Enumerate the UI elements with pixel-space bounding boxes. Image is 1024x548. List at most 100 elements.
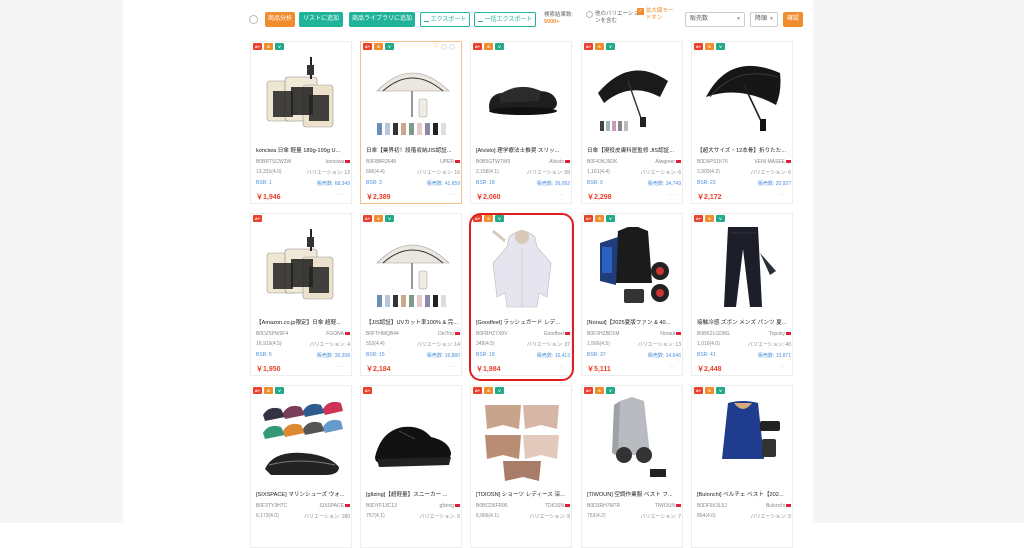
product-title[interactable]: 日傘【業界初！段階収納JIS認証... [366,146,460,154]
product-title[interactable]: [Noraui]【2025夏版ファン & 40... [587,318,681,326]
product-card[interactable]: A+ S Vkonciwa 日傘 軽量 189g-199g U... B0BRTSCW… [250,41,352,204]
select-all-checkbox[interactable] [249,15,258,24]
product-asin[interactable]: B0FTHMQB44 [366,331,399,337]
product-asin[interactable]: B0FBHZ7X8V [476,331,507,337]
product-card[interactable]: A+ S V [SIXSPACE] マリンシューズ ウォ... B0F3TY3H7C SI… [250,385,352,548]
badge: V [606,387,615,394]
more-icon[interactable]: ··· [779,192,785,198]
product-asin[interactable]: B0F8BR2648 [366,159,396,165]
confirm-button[interactable]: 確認 [783,12,803,27]
product-asin[interactable]: B0F3HZBD1M [587,331,620,337]
product-image[interactable] [590,395,676,483]
product-asin[interactable]: B0DF9X3L5J [697,503,727,509]
product-image[interactable] [700,51,786,139]
product-title[interactable]: 日傘【現役皮膚科医監修 JIS認証... [587,146,681,154]
badge: S [264,387,273,394]
product-title[interactable]: [TDIOSN] ショーツ レディース 深... [476,490,570,498]
product-badges: A+ S V [584,43,615,50]
product-image[interactable] [590,223,676,311]
circle-icon[interactable] [449,44,455,50]
heart-icon[interactable]: ♡ [433,43,439,50]
product-sales: 販売数: 34,749 [647,181,681,187]
product-image[interactable] [369,51,455,139]
product-card[interactable]: A+ S V [TIWOUN] 空調作業服 ベスト フ... B0D3RH7M7R TIW… [581,385,683,548]
product-asin[interactable]: B0F3TY3H7C [256,503,287,509]
product-asin[interactable]: B0D3RH7M7R [587,503,620,509]
product-title[interactable]: 【JIS認証】UVカット率100% & 完... [366,318,460,326]
product-title[interactable]: [SIXSPACE] マリンシューズ ウォ... [256,490,350,498]
circle-icon[interactable] [441,44,447,50]
product-asin[interactable]: B0BK2LGD8G [697,331,730,337]
product-image[interactable] [590,51,676,139]
product-card[interactable]: A+ 【Amazon.co.jp限定】日傘 超軽... B0DZ5PW9F4 FGON… [250,213,352,376]
product-title[interactable]: [Goodfeel] ラッシュガード レデ... [476,318,570,326]
product-asin[interactable]: B0DZ5PW9F4 [256,331,288,337]
product-asin[interactable]: B0D9PS1K76 [697,159,728,165]
product-image[interactable] [369,223,455,311]
more-icon[interactable]: ··· [779,364,785,370]
product-card[interactable]: A+ S V [Goodfeel] ラッシュガード レデ... B0FBHZ7X8V Go… [470,213,572,376]
product-image[interactable] [259,223,345,311]
product-card[interactable]: A+ S V [Alvisto] 理学療法士推奨 スリッ... B0B5GTW7W9 Al… [470,41,572,204]
product-title[interactable]: [Alvisto] 理学療法士推奨 スリッ... [476,146,570,154]
product-title[interactable]: 【Amazon.co.jp限定】日傘 超軽... [256,318,350,326]
more-icon[interactable]: ··· [669,364,675,370]
product-card[interactable]: A+ S V 【JIS認証】UVカット率100% & 完... B0FTHMQB44 De… [360,213,462,376]
product-title[interactable]: 接触冷感 ズボン メンズ パンツ 夏... [697,318,791,326]
product-analysis-button[interactable]: 商品分析 [265,12,295,27]
product-price: ￥2,172 [697,194,722,201]
badge: S [595,43,604,50]
product-image[interactable] [700,395,786,483]
badge: S [484,387,493,394]
product-asin[interactable]: B0DYF13C13 [366,503,397,509]
product-rating-row: 753(4.2) バリエーション: 7 [587,513,681,520]
product-card[interactable]: A+ S V 日傘【現役皮膚科医監修 JIS認証... B0F43KJ9DK Alwgre… [581,41,683,204]
other-variations-label: 他のバリエーションを含む [595,11,639,24]
product-id-row: B0B5GTW7W9 Alvisto [476,159,570,165]
product-card[interactable]: A+ S V [Bulonchi] ベルチェ ベスト【202... B0DF9X3L5J… [691,385,793,548]
product-card[interactable]: A+ S V 接触冷感 ズボン メンズ パンツ 夏... B0BK2LGD8G Topok… [691,213,793,376]
product-image[interactable] [700,223,786,311]
product-asin[interactable]: B0B5GTW7W9 [476,159,510,165]
product-card[interactable]: A+ S V [TDIOSN] ショーツ レディース 深... B0BCD6FR96 TD… [470,385,572,548]
more-icon[interactable]: ··· [338,192,344,198]
order-select[interactable]: 降順 ▼ [750,12,778,27]
product-asin[interactable]: B0BRTSCW2W [256,159,291,165]
badge: V [716,43,725,50]
product-card[interactable]: A+ [gltzing]【超軽量】スニーカー ... B0DYF13C13 gltzi… [360,385,462,548]
product-badges: A+ S V [694,43,725,50]
more-icon[interactable]: ··· [558,364,564,370]
zoom-mode-checkbox[interactable]: ✓ [637,8,644,15]
bulk-export-button[interactable]: 一括エクスポート [474,12,536,27]
product-image[interactable] [259,395,345,483]
product-title[interactable]: konciwa 日傘 軽量 189g-199g U... [256,146,350,154]
badge: S [374,215,383,222]
product-image[interactable] [259,51,345,139]
add-to-library-button[interactable]: 商品ライブラリに追加 [349,12,415,27]
product-image[interactable] [479,223,565,311]
product-title[interactable]: [TIWOUN] 空調作業服 ベスト フ... [587,490,681,498]
more-icon[interactable]: ··· [338,364,344,370]
add-to-list-button[interactable]: リストに追加 [299,12,343,27]
product-title[interactable]: 【超大サイズ・12本骨】折りたた... [697,146,791,154]
more-icon[interactable]: ··· [558,192,564,198]
product-card[interactable]: A+ S V [Noraui]【2025夏版ファン & 40... B0F3HZBD1M… [581,213,683,376]
product-image[interactable] [479,51,565,139]
product-asin[interactable]: B0F43KJ9DK [587,159,617,165]
other-variations-radio[interactable] [586,11,593,18]
product-card[interactable]: A+ S V 【超大サイズ・12本骨】折りたた... B0D9PS1K76 VENI MA… [691,41,793,204]
more-icon[interactable]: ··· [448,364,454,370]
product-badges: A+ S V [584,215,615,222]
product-title[interactable]: [Bulonchi] ベルチェ ベスト【202... [697,490,791,498]
more-icon[interactable]: ··· [448,192,454,198]
export-button[interactable]: エクスポート [420,12,470,27]
more-icon[interactable]: ··· [669,192,675,198]
product-image[interactable] [479,395,565,483]
product-rating: 2,903(4.2) [697,169,720,175]
product-asin[interactable]: B0BCD6FR96 [476,503,508,509]
product-title[interactable]: [gltzing]【超軽量】スニーカー ... [366,490,460,498]
sort-select[interactable]: 販売数 ▼ [685,12,745,27]
flag-icon [565,331,570,336]
product-card[interactable]: A+ S V ♡ 日傘【業界初！段階収納JIS認証... B0F8BR2648 UPER 66… [360,41,462,204]
product-image[interactable] [369,395,455,483]
